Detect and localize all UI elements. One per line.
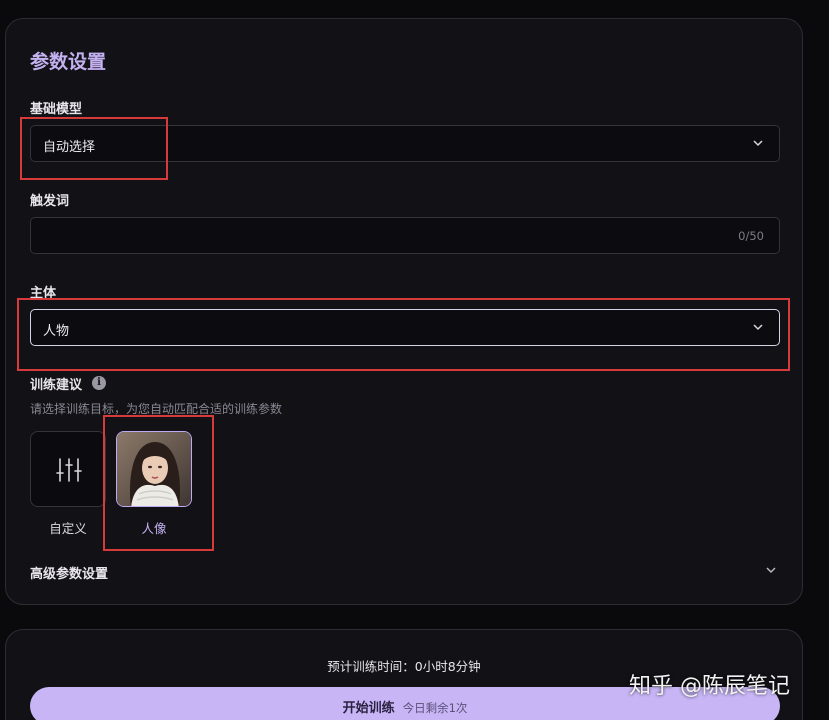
- base-model-select[interactable]: 自动选择: [30, 125, 780, 162]
- parameter-settings-panel: 参数设置 基础模型 自动选择 触发词 0/50 主体 人物 训练建议 i 请选择…: [5, 18, 803, 605]
- subject-select[interactable]: 人物: [30, 309, 780, 346]
- preset-custom-label: 自定义: [49, 521, 87, 536]
- base-model-label: 基础模型: [30, 102, 83, 117]
- training-advice-hint: 请选择训练目标，为您自动匹配合适的训练参数: [30, 402, 283, 416]
- preset-portrait[interactable]: [116, 431, 192, 507]
- subject-label: 主体: [30, 286, 57, 301]
- sliders-icon: [56, 458, 82, 482]
- char-counter: 0/50: [738, 229, 764, 243]
- base-model-value: 自动选择: [43, 140, 96, 155]
- preset-portrait-label: 人像: [141, 521, 167, 536]
- portrait-thumbnail: [117, 432, 191, 506]
- start-training-label: 开始训练: [342, 701, 395, 716]
- panel-title: 参数设置: [30, 51, 107, 73]
- chevron-down-icon[interactable]: [764, 563, 778, 577]
- chevron-down-icon: [753, 140, 763, 147]
- info-icon[interactable]: i: [92, 376, 106, 390]
- preset-custom[interactable]: [30, 431, 106, 507]
- trigger-word-label: 触发词: [30, 194, 70, 209]
- remaining-count: 今日剩余1次: [402, 701, 468, 715]
- subject-value: 人物: [43, 324, 70, 339]
- chevron-down-icon: [753, 324, 763, 331]
- advanced-settings-label[interactable]: 高级参数设置: [30, 563, 108, 582]
- trigger-word-input[interactable]: 0/50: [30, 217, 780, 254]
- training-advice-label: 训练建议: [30, 378, 83, 393]
- watermark: 知乎 @陈辰笔记: [629, 674, 790, 699]
